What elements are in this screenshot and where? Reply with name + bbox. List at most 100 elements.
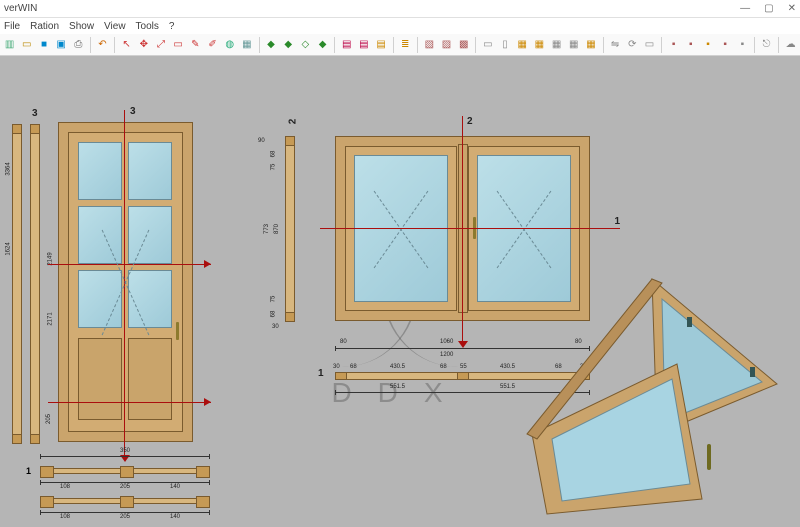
dim-l-3: 2171 (48, 312, 54, 325)
mini1b-s0: 108 (60, 514, 70, 520)
minimize-button[interactable]: — (740, 3, 750, 14)
toolbar-measure-icon[interactable]: ▭ (171, 37, 186, 53)
toolbar-separator (90, 37, 91, 53)
toolbar-ruler-icon[interactable]: ▭ (642, 37, 657, 53)
toolbar-doc2-icon[interactable]: ▤ (356, 37, 371, 53)
menubar: File Ration Show View Tools ? (0, 18, 800, 34)
toolbar-new-icon[interactable]: ▥ (2, 37, 17, 53)
dim-wh2: 1200 (440, 352, 453, 358)
axis-1-window: 1 (614, 216, 620, 227)
toolbar-c2-icon[interactable]: ▪ (683, 37, 698, 53)
dim-wv-5: 75 (270, 296, 276, 303)
toolbar-separator (393, 37, 394, 53)
toolbar-separator (603, 37, 604, 53)
menu-file[interactable]: File (4, 21, 20, 32)
toolbar-shield3-icon[interactable]: ◇ (298, 37, 313, 53)
dim-wm1: 68 (350, 364, 357, 370)
toolbar-undo-icon[interactable]: ↶ (95, 37, 110, 53)
toolbar: ▥▭■▣⎙↶↖✥⤢▭✎✐◍▦◆◆◇◆▤▤▤≣▧▨▩▭▯▦▦▦▦▦⇋⟳▭▪▪▪▪▪… (0, 34, 800, 56)
mini1-s1: 205 (120, 484, 130, 490)
axis-2-window: 2 (467, 116, 473, 127)
dim-wv-6: 68 (270, 311, 276, 318)
toolbar-rot-icon[interactable]: ⟳ (625, 37, 640, 53)
menu-help[interactable]: ? (169, 21, 175, 32)
menu-tools[interactable]: Tools (136, 21, 159, 32)
menu-view[interactable]: View (104, 21, 126, 32)
toolbar-pan-icon[interactable]: ✥ (136, 37, 151, 53)
dim-wv-4: 870 (274, 224, 280, 234)
toolbar-doc3-icon[interactable]: ▤ (374, 37, 389, 53)
toolbar-link-icon[interactable]: ⎋ (759, 37, 774, 53)
dim-l-4: 205 (46, 414, 52, 424)
dim-l-1: 1624 (6, 242, 12, 255)
mini1b-s1: 205 (120, 514, 130, 520)
app-title: verWIN (4, 3, 37, 14)
toolbar-doc1-icon[interactable]: ▤ (339, 37, 354, 53)
toolbar-c3-icon[interactable]: ▪ (700, 37, 715, 53)
maximize-button[interactable]: ▢ (764, 3, 773, 14)
toolbar-grid1-icon[interactable]: ▦ (515, 37, 530, 53)
toolbar-b1-icon[interactable]: ▧ (422, 37, 437, 53)
toolbar-layers-icon[interactable]: ≣ (398, 37, 413, 53)
toolbar-c1-icon[interactable]: ▪ (666, 37, 681, 53)
window-3d (502, 269, 792, 519)
toolbar-pick2-icon[interactable]: ✐ (205, 37, 220, 53)
dim-wm3: 68 (440, 364, 447, 370)
toolbar-pointer-icon[interactable]: ↖ (119, 37, 134, 53)
toolbar-separator (778, 37, 779, 53)
menu-show[interactable]: Show (69, 21, 94, 32)
toolbar-save-icon[interactable]: ■ (36, 37, 51, 53)
toolbar-win-icon[interactable]: ▯ (497, 37, 512, 53)
dim-wh0: 80 (340, 339, 347, 345)
axis-3-door: 3 (130, 106, 136, 117)
toolbar-b2-icon[interactable]: ▨ (439, 37, 454, 53)
toolbar-grid5-icon[interactable]: ▦ (583, 37, 598, 53)
toolbar-grid3-icon[interactable]: ▦ (549, 37, 564, 53)
toolbar-b3-icon[interactable]: ▩ (456, 37, 471, 53)
dim-wm0: 30 (333, 364, 340, 370)
toolbar-cloud-icon[interactable]: ☁ (783, 37, 798, 53)
toolbar-shield4-icon[interactable]: ◆ (315, 37, 330, 53)
close-button[interactable]: ✕ (788, 3, 796, 14)
toolbar-zoom-icon[interactable]: ⤢ (153, 37, 168, 53)
toolbar-open-icon[interactable]: ▭ (19, 37, 34, 53)
toolbar-grid4-icon[interactable]: ▦ (566, 37, 581, 53)
toolbar-wall-icon[interactable]: ▭ (480, 37, 495, 53)
axis-1-profile: 1 (318, 368, 324, 379)
toolbar-grid2-icon[interactable]: ▦ (532, 37, 547, 53)
toolbar-c5-icon[interactable]: ▪ (735, 37, 750, 53)
dim-l-0: 3364 (6, 162, 12, 175)
door-elevation: 3 (58, 122, 193, 442)
toolbar-separator (475, 37, 476, 53)
viewport[interactable]: DDX 3 3364 1624 2149 2171 205 3 (0, 56, 800, 527)
mini1-top: 350 (120, 448, 130, 454)
toolbar-print-icon[interactable]: ⎙ (71, 37, 86, 53)
mini1-s2: 140 (170, 484, 180, 490)
toolbar-shield1-icon[interactable]: ◆ (263, 37, 278, 53)
toolbar-separator (259, 37, 260, 53)
axis-2-profile: 2 (287, 119, 298, 125)
titlebar: verWIN — ▢ ✕ (0, 0, 800, 18)
axis-3-left: 3 (32, 108, 38, 119)
dim-wv-3: 773 (264, 224, 270, 234)
toolbar-separator (114, 37, 115, 53)
mini-1-label: 1 (26, 466, 31, 476)
toolbar-flip-icon[interactable]: ⇋ (608, 37, 623, 53)
toolbar-box-icon[interactable]: ▦ (239, 37, 254, 53)
mini1-s0: 108 (60, 484, 70, 490)
dim-wv-1: 68 (270, 151, 276, 158)
toolbar-globe-icon[interactable]: ◍ (222, 37, 237, 53)
mini1b-s2: 140 (170, 514, 180, 520)
dim-wb0: 551.5 (390, 384, 405, 390)
toolbar-separator (661, 37, 662, 53)
menu-ration[interactable]: Ration (30, 21, 59, 32)
dim-wv-0: 90 (258, 138, 265, 144)
toolbar-save-as-icon[interactable]: ▣ (54, 37, 69, 53)
toolbar-pick-icon[interactable]: ✎ (188, 37, 203, 53)
profile-strip-1 (12, 124, 22, 444)
toolbar-c4-icon[interactable]: ▪ (718, 37, 733, 53)
profile-strip-2 (30, 124, 40, 444)
toolbar-separator (334, 37, 335, 53)
dim-wm4: 55 (460, 364, 467, 370)
toolbar-shield2-icon[interactable]: ◆ (281, 37, 296, 53)
